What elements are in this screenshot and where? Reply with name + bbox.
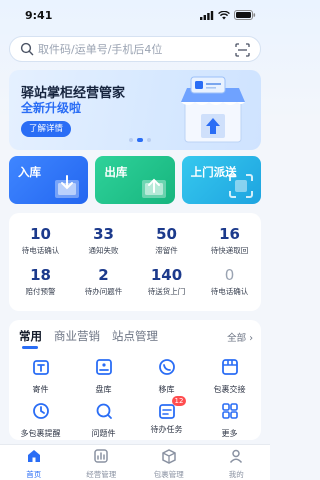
inbound-label: 入库 (18, 165, 41, 179)
tab-label: 包裹管理 (153, 470, 184, 479)
stat-item[interactable]: 16 待快递取回 (198, 225, 261, 256)
home-delivery-card[interactable]: 上门派送 (181, 156, 261, 204)
package-icon (162, 449, 176, 464)
promo-banner[interactable]: 驿站掌柜经营管家 全新升级啦 了解详情 (9, 70, 261, 150)
banner-dot (147, 138, 151, 142)
profile-icon (230, 449, 243, 464)
tool-label: 寄件 (32, 385, 49, 394)
send-package-icon (32, 360, 49, 375)
tool-problem-package[interactable]: 问题件 (72, 402, 135, 439)
move-stock-icon (158, 359, 175, 375)
inbound-box-icon (55, 175, 80, 198)
tab-business[interactable]: 经营管理 (68, 445, 136, 480)
stat-label: 待电话确认 (21, 246, 60, 255)
outbound-box-icon (141, 178, 166, 198)
station-storefront-icon (181, 76, 245, 143)
stat-item[interactable]: 10 待电话确认 (9, 225, 72, 256)
stat-label: 待办问题件 (84, 287, 123, 296)
banner-pagination (129, 138, 151, 142)
tool-todo-task[interactable]: 12 待办任务 (135, 396, 198, 435)
outbound-label: 出库 (104, 165, 128, 179)
tool-label: 包裹交接 (213, 385, 246, 394)
tool-label: 盘库 (95, 385, 112, 394)
stat-value: 16 (219, 225, 240, 243)
package-handover-icon (221, 359, 238, 375)
scan-icon[interactable] (235, 43, 250, 57)
tool-label: 移库 (158, 385, 175, 394)
stat-item[interactable]: 50 滞留件 (135, 225, 198, 256)
banner-subtitle: 全新升级啦 (21, 101, 82, 115)
learn-more-button[interactable]: 了解详情 (21, 121, 72, 137)
tab-profile[interactable]: 我的 (203, 445, 271, 480)
problem-package-icon (96, 403, 112, 419)
stat-label: 滞留件 (155, 246, 178, 255)
multi-package-icon (32, 403, 49, 419)
tab-label: 首页 (26, 470, 42, 479)
scan-delivery-icon (228, 174, 253, 198)
stats-panel: 10 待电话确认 33 通知失败 50 滞留件 16 待快递取回 18 赔付预警… (9, 213, 261, 311)
tool-package-handover[interactable]: 包裹交接 (198, 358, 261, 395)
search-icon (20, 42, 34, 56)
tab-label: 经营管理 (86, 470, 117, 479)
stat-item[interactable]: 2 待办问题件 (72, 266, 135, 297)
tool-label: 问题件 (91, 429, 116, 438)
tool-more[interactable]: 更多 (198, 402, 261, 439)
tab-site-management[interactable]: 站点管理 (112, 328, 158, 344)
tool-label: 更多 (221, 429, 238, 438)
tool-send-package[interactable]: 寄件 (9, 358, 72, 395)
chevron-right-icon: › (249, 333, 253, 344)
more-icon (221, 403, 238, 419)
banner-dot (129, 138, 133, 142)
status-time: 9:41 (25, 9, 53, 22)
tab-marketing[interactable]: 商业营销 (54, 328, 100, 344)
outbound-card[interactable]: 出库 (95, 156, 175, 204)
tool-label: 多包裹提醒 (20, 429, 61, 438)
wifi-icon (218, 10, 230, 19)
tools-tabs: 常用 商业营销 站点管理 (19, 328, 158, 349)
stat-label: 待电话确认 (210, 287, 249, 296)
tools-panel: 常用 商业营销 站点管理 全部 › 寄件 盘库 移库 包裹交接 多包裹提醒 问题… (9, 320, 261, 440)
tab-packages[interactable]: 包裹管理 (135, 445, 203, 480)
search-placeholder[interactable]: 取件码/运单号/手机后4位 (38, 41, 162, 57)
tool-label: 待办任务 (150, 425, 183, 434)
stat-value: 140 (150, 266, 183, 284)
stat-item[interactable]: 0 待电话确认 (198, 266, 261, 297)
stat-value: 33 (93, 225, 114, 243)
stat-label: 待快递取回 (210, 246, 249, 255)
tab-label: 我的 (228, 470, 244, 479)
search-bar[interactable]: 取件码/运单号/手机后4位 (9, 36, 261, 62)
tab-home[interactable]: 首页 (0, 445, 68, 480)
todo-count-badge: 12 (171, 396, 187, 406)
view-all-link[interactable]: 全部 › (227, 330, 253, 344)
tool-multi-package[interactable]: 多包裹提醒 (9, 402, 72, 439)
home-icon (27, 450, 40, 462)
stat-value: 10 (30, 225, 51, 243)
stat-value: 0 (224, 266, 235, 284)
inventory-icon (95, 359, 112, 375)
stat-item[interactable]: 33 通知失败 (72, 225, 135, 256)
view-all-label: 全部 (227, 333, 247, 344)
stat-value: 50 (156, 225, 177, 243)
tab-common[interactable]: 常用 (19, 328, 42, 349)
stat-value: 2 (98, 266, 109, 284)
stat-label: 赔付预警 (25, 287, 56, 296)
tool-move-stock[interactable]: 移库 (135, 358, 198, 395)
stat-item[interactable]: 18 赔付预警 (9, 266, 72, 297)
signal-icon (200, 10, 214, 20)
stat-label: 待送货上门 (147, 287, 186, 296)
stat-item[interactable]: 140 待送货上门 (135, 266, 198, 297)
business-icon (94, 449, 108, 463)
stat-value: 18 (30, 266, 51, 284)
bottom-tab-bar: 首页 经营管理 包裹管理 我的 (0, 444, 270, 480)
tool-inventory[interactable]: 盘库 (72, 358, 135, 395)
stat-label: 通知失败 (88, 246, 119, 255)
quick-actions: 入库 出库 上门派送 (9, 156, 261, 204)
inbound-card[interactable]: 入库 (9, 156, 89, 204)
banner-dot-active (137, 138, 143, 142)
status-bar: 9:41 (0, 0, 270, 30)
battery-icon (234, 10, 256, 20)
